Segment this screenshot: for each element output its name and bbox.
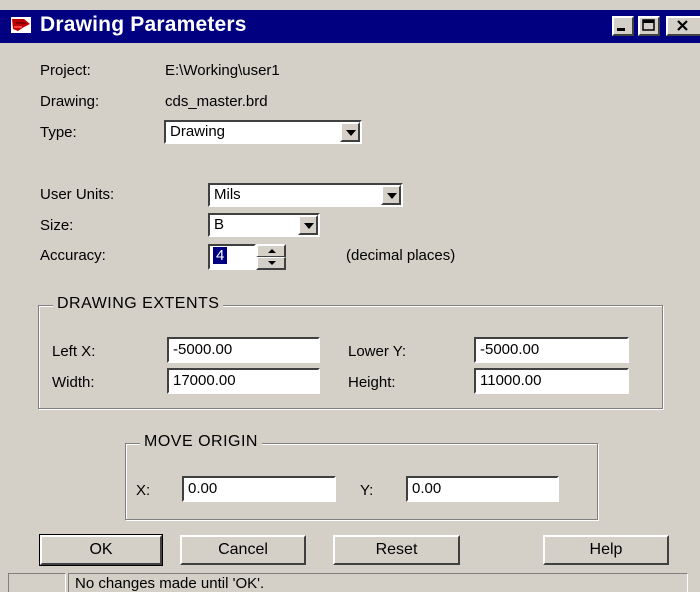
origin-y-label: Y: — [360, 482, 374, 499]
origin-y-input[interactable]: 0.00 — [406, 476, 559, 502]
origin-x-input[interactable]: 0.00 — [182, 476, 336, 502]
drawing-extents-title: DRAWING EXTENTS — [53, 295, 224, 313]
origin-y-value: 0.00 — [412, 480, 442, 497]
size-select[interactable]: B — [208, 213, 320, 237]
height-value: 11000.00 — [480, 372, 542, 389]
accuracy-input[interactable]: 4 — [208, 244, 256, 270]
accuracy-spinner[interactable]: 4 — [208, 244, 286, 270]
lower-y-input[interactable]: -5000.00 — [474, 337, 629, 363]
close-icon[interactable] — [666, 16, 700, 36]
project-value: E:\Working\user1 — [165, 62, 280, 79]
maximize-icon[interactable] — [638, 16, 660, 36]
height-input[interactable]: 11000.00 — [474, 368, 629, 394]
reset-button[interactable]: Reset — [333, 535, 460, 565]
width-input[interactable]: 17000.00 — [167, 368, 320, 394]
accuracy-value: 4 — [213, 247, 228, 264]
move-origin-title: MOVE ORIGIN — [140, 433, 262, 451]
user-units-select-value: Mils — [214, 186, 241, 203]
minimize-icon[interactable] — [612, 16, 634, 36]
spin-down-icon[interactable] — [256, 257, 286, 270]
status-message: No changes made until 'OK'. — [75, 575, 265, 592]
title-bar[interactable]: Drawing Parameters — [0, 10, 700, 43]
height-label: Height: — [348, 374, 396, 391]
spin-up-icon[interactable] — [256, 244, 286, 257]
chevron-down-icon[interactable] — [298, 215, 318, 235]
chevron-down-icon[interactable] — [381, 185, 401, 205]
type-label: Type: — [40, 124, 77, 141]
origin-x-label: X: — [136, 482, 151, 499]
help-button[interactable]: Help — [543, 535, 669, 565]
window-title: Drawing Parameters — [40, 13, 247, 36]
project-label: Project: — [40, 62, 91, 79]
lower-y-label: Lower Y: — [348, 343, 407, 360]
drawing-parameters-dialog: Drawing Parameters Project: E:\Working\u… — [0, 0, 700, 592]
app-brush-icon — [10, 15, 34, 37]
size-select-value: B — [214, 216, 225, 233]
size-label: Size: — [40, 217, 74, 234]
status-pane-message: No changes made until 'OK'. — [68, 573, 688, 592]
cancel-button[interactable]: Cancel — [180, 535, 306, 565]
drawing-value: cds_master.brd — [165, 93, 268, 110]
type-select-value: Drawing — [170, 123, 226, 140]
left-x-value: -5000.00 — [173, 341, 233, 358]
type-select[interactable]: Drawing — [164, 120, 362, 144]
user-units-select[interactable]: Mils — [208, 183, 403, 207]
width-label: Width: — [52, 374, 95, 391]
left-x-label: Left X: — [52, 343, 96, 360]
left-x-input[interactable]: -5000.00 — [167, 337, 320, 363]
ok-button[interactable]: OK — [39, 534, 163, 566]
width-value: 17000.00 — [173, 372, 236, 389]
status-pane-left — [8, 573, 66, 592]
user-units-label: User Units: — [40, 186, 115, 203]
lower-y-value: -5000.00 — [480, 341, 540, 358]
drawing-label: Drawing: — [40, 93, 100, 110]
accuracy-suffix: (decimal places) — [346, 247, 456, 264]
chevron-down-icon[interactable] — [340, 122, 360, 142]
accuracy-label: Accuracy: — [40, 247, 106, 264]
origin-x-value: 0.00 — [188, 480, 218, 497]
